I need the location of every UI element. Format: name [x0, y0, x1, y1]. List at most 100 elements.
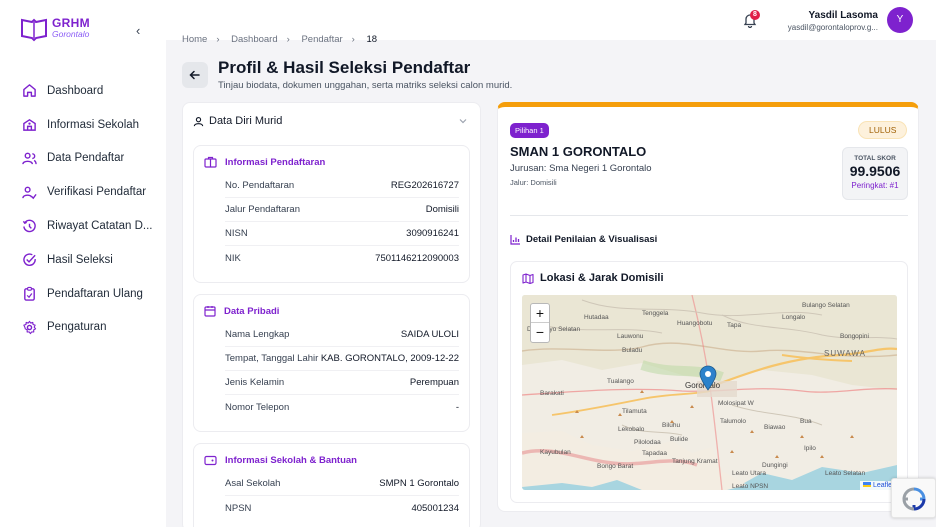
svg-text:Tilamuta: Tilamuta — [622, 408, 647, 415]
sidebar-item-pengaturan[interactable]: Pengaturan — [22, 311, 162, 345]
chevron-down-icon[interactable] — [458, 116, 468, 126]
breadcrumb-pendaftar[interactable]: Pendaftar — [301, 34, 342, 45]
sidebar-item-label: Riwayat Catatan D... — [47, 220, 153, 233]
info-row: NIK 7501146212090003 — [225, 246, 459, 270]
clipboard-icon — [24, 287, 35, 301]
sidebar-item-label: Pengaturan — [47, 321, 107, 334]
row-value: KAB. GORONTALO, 2009-12-22 — [320, 353, 459, 364]
sidebar-item-label: Verifikasi Pendaftar — [47, 186, 147, 199]
sidebar-item-data-pendaftar[interactable]: Data Pendaftar — [22, 142, 162, 176]
book-logo-icon — [21, 18, 47, 42]
wallet-icon — [204, 455, 217, 466]
status-badge: LULUS — [858, 121, 908, 139]
briefcase-icon — [204, 156, 217, 168]
svg-text:Biluhu: Biluhu — [662, 422, 680, 429]
row-label: Asal Sekolah — [225, 478, 281, 489]
breadcrumb-separator: › — [216, 34, 220, 45]
user-email: yasdil@gorontaloprov.g... — [787, 23, 878, 32]
sidebar-item-label: Hasil Seleksi — [47, 253, 113, 266]
user-check-icon — [22, 186, 37, 199]
info-row: NISN 3090916241 — [225, 222, 459, 246]
info-row: Tempat, Tanggal Lahir KAB. GORONTALO, 200… — [225, 347, 459, 371]
row-label: Tempat, Tanggal Lahir — [225, 353, 319, 364]
score-label: TOTAL SKOR — [854, 155, 896, 162]
map-view[interactable]: Hutadaa Tenggela Huangobotu Tapa Longalo Bul… — [522, 295, 897, 490]
row-label: Jalur Pendaftaran — [225, 204, 300, 215]
sidebar-item-hasil-seleksi[interactable]: Hasil Seleksi — [22, 243, 162, 277]
avatar[interactable]: Y — [887, 7, 913, 33]
score-box: TOTAL SKOR 99.9506 Peringkat: #1 — [842, 147, 908, 200]
info-row: Jenis Kelamin Perempuan — [225, 371, 459, 395]
sidebar: GRHM Gorontalo ‹ Dashboard Informasi Sek… — [0, 0, 166, 527]
sidebar-item-dashboard[interactable]: Dashboard — [22, 74, 162, 108]
breadcrumb-dashboard[interactable]: Dashboard — [231, 34, 277, 45]
svg-text:Ipilo: Ipilo — [804, 445, 816, 452]
svg-text:Pilolodaa: Pilolodaa — [634, 439, 661, 446]
row-value: Perempuan — [409, 377, 459, 388]
sidebar-item-label: Pendaftaran Ulang — [47, 287, 143, 300]
row-value: SAIDA ULOLI — [400, 329, 459, 340]
row-label: NIK — [225, 252, 241, 264]
row-value: 405001234 — [411, 502, 459, 514]
registration-info-section: Informasi Pendaftaran No. Pendaftaran REG… — [193, 145, 470, 283]
row-value: REG202616727 — [390, 180, 459, 191]
svg-text:Tanjung Kramat: Tanjung Kramat — [672, 458, 718, 465]
svg-text:Talumolo: Talumolo — [720, 418, 746, 425]
location-pin-icon[interactable] — [699, 365, 717, 391]
info-row: NPSN 405001234 — [225, 496, 459, 520]
selection-result-card: Pilihan 1 LULUS SMAN 1 GORONTALO Jurusan… — [497, 102, 919, 512]
svg-text:Dungingi: Dungingi — [762, 462, 788, 469]
svg-text:Bongopini: Bongopini — [840, 333, 869, 340]
sidebar-item-label: Data Pendaftar — [47, 152, 125, 165]
check-circle-icon — [23, 253, 36, 267]
score-value: 99.9506 — [849, 163, 901, 179]
school-icon — [23, 119, 36, 132]
detail-title: Detail Penilaian & Visualisasi — [526, 234, 658, 245]
choice-badge: Pilihan 1 — [510, 123, 549, 138]
svg-text:Lauwonu: Lauwonu — [617, 333, 644, 340]
sidebar-item-informasi-sekolah[interactable]: Informasi Sekolah — [22, 108, 162, 142]
info-row: Nama Lengkap SAIDA ULOLI — [225, 323, 459, 347]
divider — [510, 215, 908, 216]
location-card: Lokasi & Jarak Domisili Hutadaa Tenggela… — [510, 261, 908, 503]
svg-text:Biawao: Biawao — [764, 424, 786, 431]
user-info[interactable]: Yasdil Lasoma yasdil@gorontaloprov.g... — [788, 10, 878, 32]
svg-text:Leato Selatan: Leato Selatan — [825, 470, 866, 477]
info-row: Asal Sekolah SMPN 1 Gorontalo — [225, 472, 459, 496]
svg-text:Longalo: Longalo — [782, 314, 806, 321]
sidebar-item-riwayat-catatan[interactable]: Riwayat Catatan D... — [22, 209, 162, 243]
brand-logo[interactable]: GRHM Gorontalo — [20, 16, 90, 42]
sidebar-item-pendaftaran-ulang[interactable]: Pendaftaran Ulang — [22, 277, 162, 311]
row-value: 3090916241 — [406, 228, 459, 239]
row-value: Domisili — [425, 204, 459, 215]
flag-icon — [862, 482, 871, 487]
school-name: SMAN 1 GORONTALO — [510, 144, 647, 159]
row-label: Nama Lengkap — [225, 329, 290, 340]
svg-text:Kayubulan: Kayubulan — [540, 449, 571, 456]
back-button[interactable] — [182, 62, 208, 88]
row-label: Jenis Kelamin — [225, 377, 285, 388]
svg-text:Hutadaa: Hutadaa — [584, 314, 609, 321]
notification-badge: 8 — [750, 10, 760, 20]
info-row: Jalur Pendaftaran Domisili — [225, 198, 459, 222]
info-row: No. Pendaftaran REG202616727 — [225, 174, 459, 198]
user-icon — [193, 116, 204, 126]
chevron-left-icon[interactable]: ‹ — [136, 23, 140, 38]
zoom-out-button[interactable]: − — [531, 323, 549, 342]
page-title: Profil & Hasil Seleksi Pendaftar — [218, 58, 471, 77]
svg-text:Tenggela: Tenggela — [642, 310, 669, 317]
svg-text:Bua: Bua — [800, 418, 812, 425]
svg-text:Bulango Selatan: Bulango Selatan — [802, 302, 850, 309]
zoom-control: + − — [530, 303, 550, 343]
breadcrumb-home[interactable]: Home — [182, 34, 207, 45]
user-name: Yasdil Lasoma — [808, 10, 878, 21]
school-aid-section: Informasi Sekolah & Bantuan Asal Sekolah… — [193, 443, 470, 527]
row-label: NPSN — [225, 502, 252, 514]
student-data-header[interactable]: Data Diri Murid — [193, 115, 282, 127]
svg-text:Tapadaa: Tapadaa — [642, 450, 667, 457]
sidebar-item-verifikasi-pendaftar[interactable]: Verifikasi Pendaftar — [22, 175, 162, 209]
svg-text:Leato NPSN: Leato NPSN — [732, 483, 768, 490]
brand-subtitle: Gorontalo — [52, 29, 90, 39]
zoom-in-button[interactable]: + — [531, 304, 549, 323]
recaptcha-badge[interactable] — [891, 478, 936, 518]
